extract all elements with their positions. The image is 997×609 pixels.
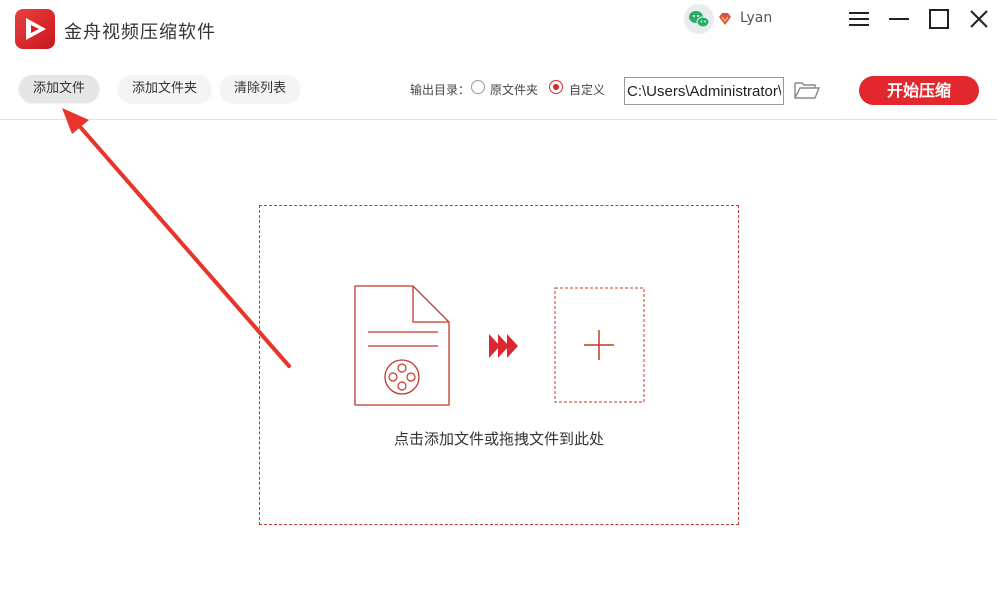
play-logo-icon	[15, 9, 55, 49]
open-folder-icon[interactable]	[793, 80, 821, 104]
menu-icon[interactable]	[846, 6, 872, 32]
vip-diamond-icon	[718, 11, 732, 30]
add-file-button[interactable]: 添加文件	[19, 75, 100, 102]
drop-hint-text: 点击添加文件或拖拽文件到此处	[393, 430, 604, 448]
title-bar: 金舟视频压缩软件 Lyan	[0, 0, 997, 58]
username[interactable]: Lyan	[740, 10, 772, 26]
triple-arrow-icon	[489, 334, 518, 358]
radio-original-folder[interactable]	[471, 80, 485, 94]
output-dir-label: 输出目录：	[410, 83, 471, 97]
file-drop-zone[interactable]: 点击添加文件或拖拽文件到此处	[259, 205, 739, 525]
plus-icon	[584, 330, 614, 360]
add-folder-button[interactable]: 添加文件夹	[118, 75, 212, 102]
app-title: 金舟视频压缩软件	[64, 22, 216, 43]
video-file-icon	[354, 285, 450, 406]
radio-custom-folder-label: 自定义	[569, 83, 606, 97]
plus-box[interactable]	[554, 287, 645, 403]
start-compress-button[interactable]: 开始压缩	[859, 76, 979, 105]
maximize-icon[interactable]	[926, 6, 952, 32]
output-path-input[interactable]	[624, 77, 784, 105]
wechat-icon[interactable]	[684, 4, 714, 34]
radio-original-folder-label: 原文件夹	[490, 83, 539, 97]
radio-custom-folder[interactable]	[549, 80, 563, 94]
clear-list-button[interactable]: 清除列表	[220, 75, 301, 102]
radio-selected-dot	[553, 84, 559, 90]
toolbar: 添加文件 添加文件夹 清除列表 输出目录： 原文件夹 自定义 开始压缩	[0, 58, 997, 120]
minimize-icon[interactable]	[886, 6, 912, 32]
close-icon[interactable]	[966, 6, 992, 32]
